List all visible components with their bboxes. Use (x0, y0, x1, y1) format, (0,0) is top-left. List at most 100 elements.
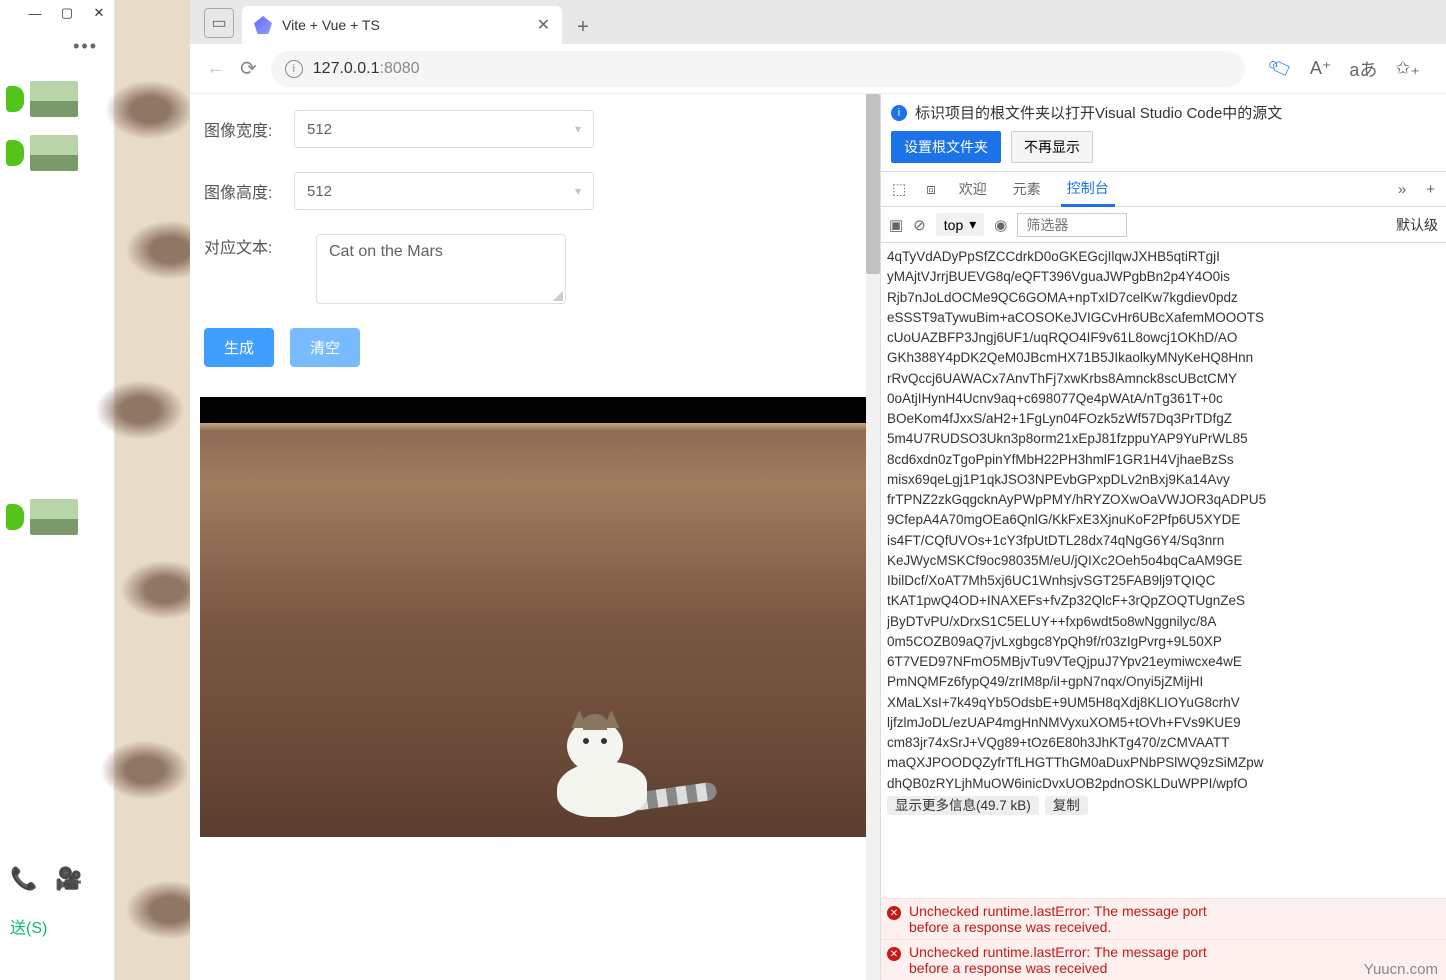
console-line: ljfzlmJoDL/ezUAP4mgHnNMVyxuXOM5+tOVh+FVs… (887, 713, 1440, 733)
height-label: 图像高度: (204, 179, 280, 203)
address-bar: ← ⟳ i 127.0.0.1:8080 🏷 A⁺ aあ ✩₊ (190, 44, 1446, 94)
more-menu[interactable]: ••• (0, 26, 114, 67)
minimize-button[interactable]: — (28, 6, 42, 20)
sidebar-toggle-icon[interactable]: ▣ (889, 216, 903, 234)
inspect-icon[interactable]: ⬚ (889, 180, 909, 198)
width-label: 图像宽度: (204, 117, 280, 141)
chat-image-thumb (30, 499, 78, 535)
watermark: Yuucn.com (1364, 961, 1438, 978)
phone-icon[interactable]: 📞 (10, 866, 37, 892)
url-text: 127.0.0.1:8080 (313, 60, 420, 78)
console-line: maQXJPOODQZyfrTfLHGTThGM0aDuxPNbPSlWQ9zS… (887, 753, 1440, 773)
console-line: misx69qeLgj1P1qkJSO3NPEvbGPxpDLv2nBxj9Ka… (887, 470, 1440, 490)
clear-button[interactable]: 清空 (290, 328, 360, 367)
error-text: Unchecked runtime.lastError: The message… (909, 944, 1440, 976)
chat-message-thumb[interactable] (0, 495, 114, 539)
console-line: is4FT/CQfUVOs+1cY3fpUtDTL28dx74qNgG6Y4/S… (887, 531, 1440, 551)
window-controls: — ▢ ✕ (0, 0, 114, 26)
browser-window: ▭ Vite + Vue + TS ✕ + ← ⟳ i 127.0.0.1:80… (190, 0, 1446, 980)
console-line: rRvQccj6UAWACx7AnvThFj7xwKrbs8Amnck8scUB… (887, 369, 1440, 389)
chat-bubble-icon (6, 86, 24, 112)
site-info-icon[interactable]: i (285, 60, 303, 78)
tab-console[interactable]: 控制台 (1061, 172, 1115, 207)
devtools-panel: i 标识项目的根文件夹以打开Visual Studio Code中的源文 设置根… (880, 94, 1446, 980)
translate-icon[interactable]: aあ (1349, 56, 1377, 82)
console-line: 4qTyVdADyPpSfZCCdrkD0oGKEGcjIlqwJXHB5qti… (887, 247, 1440, 267)
tab-title: Vite + Vue + TS (282, 17, 527, 33)
generate-button[interactable]: 生成 (204, 328, 274, 367)
console-line: eSSST9aTywuBim+aCOSOKeJVIGCvHr6UBcXafemM… (887, 308, 1440, 328)
width-value: 512 (307, 121, 332, 138)
devtools-tabs: ⬚ ⧈ 欢迎 元素 控制台 » + (881, 171, 1446, 207)
banner-text: 标识项目的根文件夹以打开Visual Studio Code中的源文 (915, 102, 1282, 123)
height-select[interactable]: 512 ▾ (294, 172, 594, 210)
chat-message-thumb[interactable] (0, 131, 114, 175)
tab-welcome[interactable]: 欢迎 (953, 173, 993, 205)
info-icon: i (891, 105, 907, 121)
video-icon[interactable]: 🎥 (55, 866, 82, 892)
refresh-button[interactable]: ⟳ (240, 56, 257, 81)
dismiss-button[interactable]: 不再显示 (1011, 131, 1093, 163)
tab-elements[interactable]: 元素 (1007, 173, 1047, 205)
text-label: 对应文本: (204, 234, 280, 258)
tab-actions-button[interactable]: ▭ (204, 8, 234, 38)
console-line: tKAT1pwQ4OD+INAXEFs+fvZp32QlcF+3rQpZOQTU… (887, 591, 1440, 611)
devtools-info-banner: i 标识项目的根文件夹以打开Visual Studio Code中的源文 (881, 94, 1446, 131)
console-line: PmNQMFz6fypQ49/zrIM8p/iI+gpN7nqx/Onyi5jZ… (887, 672, 1440, 692)
log-level-select[interactable]: 默认级 (1396, 215, 1438, 235)
width-select[interactable]: 512 ▾ (294, 110, 594, 148)
send-button[interactable]: 送(S) (0, 908, 57, 944)
console-line: Rjb7nJoLdOCMe9QC6GOMA+npTxID7celKw7kgdie… (887, 288, 1440, 308)
tab-close-icon[interactable]: ✕ (537, 15, 550, 35)
console-line: GKh388Y4pDK2QeM0JBcmHX71B5JIkaolkyMNyKeH… (887, 348, 1440, 368)
chat-bubble-icon (6, 504, 24, 530)
copy-button[interactable]: 复制 (1045, 796, 1088, 815)
read-aloud-icon[interactable]: A⁺ (1310, 58, 1332, 79)
filter-input[interactable] (1017, 213, 1127, 237)
console-line: jByDTvPU/xDrxS1C5ELUY++fxp6wdt5o8wNggnil… (887, 612, 1440, 632)
app-content: 图像宽度: 512 ▾ 图像高度: 512 ▾ 对应文本: Cat on the… (190, 94, 880, 980)
favorites-icon[interactable]: ✩₊ (1395, 58, 1420, 79)
close-button[interactable]: ✕ (92, 6, 106, 20)
height-value: 512 (307, 183, 332, 200)
error-icon: ✕ (887, 906, 901, 920)
console-line: BOeKom4fJxxS/aH2+1FgLyn04FOzk5zWf57Dq3Pr… (887, 409, 1440, 429)
new-tab-button[interactable]: + (566, 10, 600, 44)
console-line: 0oAtjIHynH4Ucnv9aq+c698077Qe4pWAtA/nTg36… (887, 389, 1440, 409)
chat-message-thumb[interactable] (0, 77, 114, 121)
clear-console-icon[interactable]: ⊘ (913, 216, 926, 234)
chevron-down-icon: ▾ (575, 184, 581, 198)
vertical-scrollbar[interactable] (866, 94, 880, 980)
tab-bar: ▭ Vite + Vue + TS ✕ + (190, 0, 1446, 44)
console-line: IbilDcf/XoAT7Mh5xj6UC1WnhsjvSGT25FAB9lj9… (887, 571, 1440, 591)
error-icon: ✕ (887, 947, 901, 961)
console-line: cUoUAZBFP3Jngj6UF1/uqRQO4IF9v61L8owcj1OK… (887, 328, 1440, 348)
maximize-button[interactable]: ▢ (60, 6, 74, 20)
console-line: XMaLXsI+7k49qYb5OdsbE+9UM5H8qXdj8KLIOYuG… (887, 693, 1440, 713)
prompt-textarea[interactable]: Cat on the Mars (316, 234, 566, 304)
device-icon[interactable]: ⧈ (923, 181, 939, 198)
chat-image-thumb (30, 135, 78, 171)
background-decoration (115, 0, 190, 980)
back-button[interactable]: ← (206, 57, 226, 80)
resize-handle[interactable] (553, 291, 563, 301)
console-line: 0m5COZB09aQ7jvLxgbgc8YpQh9f/r03zIgPvrg+9… (887, 632, 1440, 652)
console-line: 8cd6xdn0zTgoPpinYfMbH22PH3hmlF1GR1H4Vjha… (887, 450, 1440, 470)
console-output[interactable]: 4qTyVdADyPpSfZCCdrkD0oGKEGcjIlqwJXHB5qti… (881, 243, 1446, 898)
generated-image (200, 397, 868, 837)
show-more-button[interactable]: 显示更多信息(49.7 kB) (887, 796, 1039, 815)
console-error: ✕ Unchecked runtime.lastError: The messa… (881, 939, 1446, 980)
console-line: KeJWycMSKCf9oc98035M/eU/jQIXc2Oeh5o4bqCa… (887, 551, 1440, 571)
more-tabs-icon[interactable]: » (1395, 181, 1409, 198)
console-line: frTPNZ2zkGqgcknAyPWpPMY/hRYZOXwOaVWJOR3q… (887, 490, 1440, 510)
url-input[interactable]: i 127.0.0.1:8080 (271, 51, 1245, 87)
live-expression-icon[interactable]: ◉ (994, 216, 1007, 234)
add-tab-icon[interactable]: + (1423, 181, 1438, 198)
set-root-button[interactable]: 设置根文件夹 (891, 131, 1001, 163)
console-line: 9CfepA4A70mgOEa6QnlG/KkFxE3XjnuKoF2Pfp6U… (887, 510, 1440, 530)
chat-image-thumb (30, 81, 78, 117)
context-select[interactable]: top▾ (936, 213, 985, 236)
collections-icon[interactable]: 🏷 (1266, 55, 1295, 83)
browser-tab[interactable]: Vite + Vue + TS ✕ (242, 6, 562, 44)
chat-bubble-icon (6, 140, 24, 166)
